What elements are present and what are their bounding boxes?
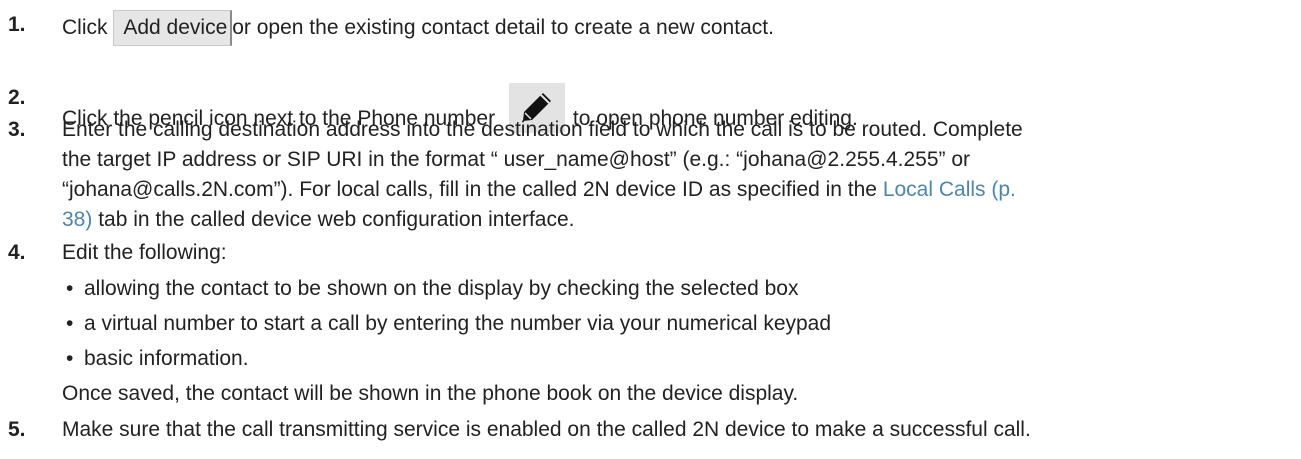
bullet-list: • allowing the contact to be shown on the… — [62, 271, 1294, 376]
step-text: Make sure that the call transmitting ser… — [62, 418, 1031, 441]
step-number: 5. — [8, 418, 26, 441]
bullet-icon: • — [66, 347, 74, 370]
add-device-button[interactable]: Add device — [113, 10, 233, 46]
list-item: • a virtual number to start a call by ent… — [62, 306, 1294, 341]
list-item-text: a virtual number to start a call by ente… — [84, 312, 832, 335]
step-number: 1. — [8, 13, 26, 36]
step-number: 3. — [8, 118, 26, 141]
step-text-click: Click — [62, 16, 114, 39]
list-item-text: basic information. — [84, 347, 249, 370]
local-calls-link[interactable]: Local Calls (p. — [883, 178, 1016, 201]
step-line: the target IP address or SIP URI in the … — [62, 148, 970, 171]
step-line: “johana@calls.2N.com”). For local calls,… — [62, 175, 1294, 205]
step-body: Click Add device or open the existing con… — [62, 10, 1294, 46]
step-line-text: tab in the called device web configurati… — [92, 208, 575, 231]
step-text: or open the existing contact detail to c… — [232, 16, 774, 39]
step-number: 4. — [8, 241, 26, 264]
step-body: Edit the following: • allowing the contac… — [62, 238, 1294, 409]
step-line: 38) tab in the called device web configu… — [62, 205, 1294, 235]
local-calls-link-page[interactable]: 38) — [62, 208, 92, 231]
step-body: Enter the calling destination address in… — [62, 115, 1294, 235]
list-item-text: allowing the contact to be shown on the … — [84, 277, 799, 300]
step-number: 2. — [8, 86, 26, 109]
step-body: Make sure that the call transmitting ser… — [62, 415, 1294, 445]
step-text: Edit the following: — [62, 241, 227, 264]
step-line-text: “johana@calls.2N.com”). For local calls,… — [62, 178, 883, 201]
bullet-icon: • — [66, 312, 74, 335]
step-line: Enter the calling destination address in… — [62, 118, 1023, 141]
bullet-icon: • — [66, 277, 74, 300]
step-note: Once saved, the contact will be shown in… — [62, 382, 799, 405]
list-item: • allowing the contact to be shown on the… — [62, 271, 1294, 306]
list-item: • basic information. — [62, 341, 1294, 376]
